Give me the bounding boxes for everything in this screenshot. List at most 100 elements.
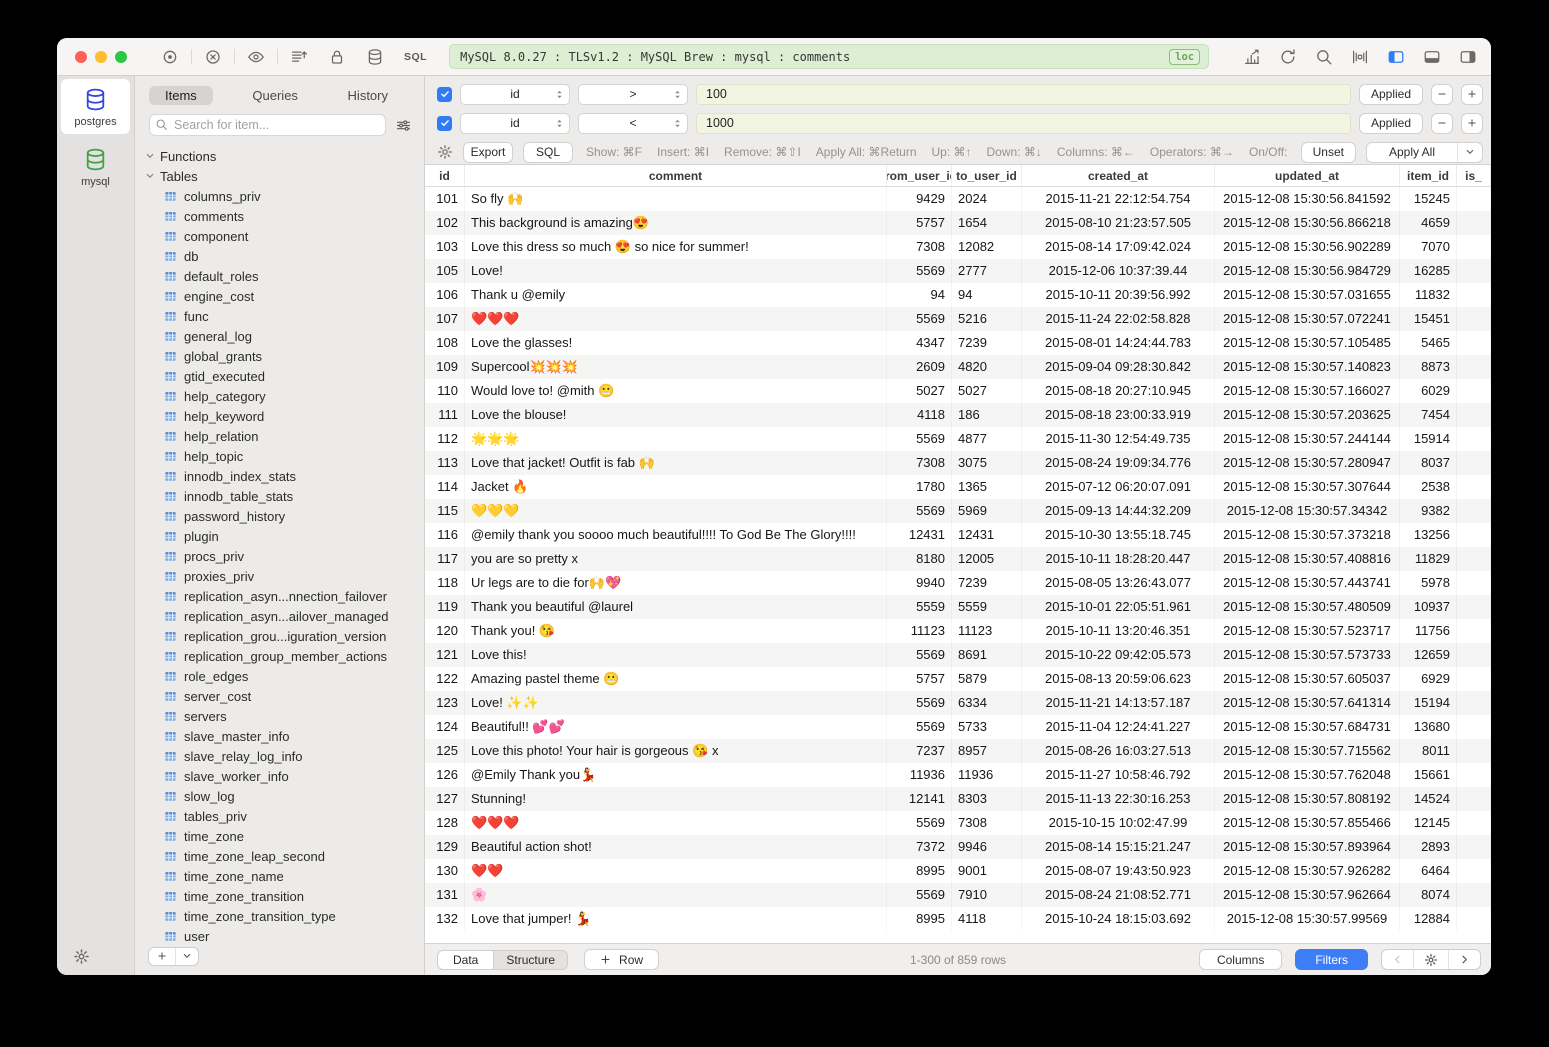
table-cell[interactable]: 109 [425,355,465,379]
table-cell[interactable]: Love that jumper! 💃 [465,907,887,931]
filter-value-input[interactable] [696,84,1351,105]
table-cell[interactable]: 2015-09-13 14:44:32.209 [1022,499,1215,523]
table-cell[interactable]: 2015-12-08 15:30:57.605037 [1215,667,1400,691]
table-cell[interactable]: 7910 [952,883,1022,907]
table-cell[interactable]: 6334 [952,691,1022,715]
table-cell[interactable] [1457,571,1491,595]
table-cell[interactable]: 1654 [952,211,1022,235]
table-cell[interactable]: 2015-12-08 15:30:57.244144 [1215,427,1400,451]
table-cell[interactable]: 120 [425,619,465,643]
sidebar-item-table-tables_priv[interactable]: tables_priv [135,806,424,826]
table-cell[interactable]: 110 [425,379,465,403]
columns-button[interactable]: Columns [1199,949,1282,970]
tree-section-tables[interactable]: Tables [135,166,424,186]
sidebar-item-table-replication_asyn...ailover_managed[interactable]: replication_asyn...ailover_managed [135,606,424,626]
table-cell[interactable]: 123 [425,691,465,715]
table-cell[interactable]: 12659 [1400,643,1457,667]
table-cell[interactable] [1457,307,1491,331]
table-cell[interactable]: 2609 [887,355,952,379]
table-cell[interactable]: 12005 [952,547,1022,571]
table-cell[interactable]: 2015-12-08 15:30:57.641314 [1215,691,1400,715]
table-cell[interactable]: 2538 [1400,475,1457,499]
filter-column-select[interactable]: id [460,84,570,105]
table-cell[interactable]: 101 [425,187,465,211]
table-cell[interactable]: 11123 [952,619,1022,643]
table-cell[interactable]: 2015-11-21 14:13:57.187 [1022,691,1215,715]
table-cell[interactable]: 2015-08-14 15:15:21.247 [1022,835,1215,859]
export-button[interactable]: Export [463,142,513,163]
add-item-button[interactable] [149,948,175,965]
table-cell[interactable]: 186 [952,403,1022,427]
table-cell[interactable]: 2015-08-24 19:09:34.776 [1022,451,1215,475]
sidebar-item-table-component[interactable]: component [135,226,424,246]
settings-gear-icon[interactable] [73,948,90,965]
table-cell[interactable]: 5757 [887,667,952,691]
table-cell[interactable]: 🌸 [465,883,887,907]
filter-options-icon[interactable] [395,117,412,134]
table-cell[interactable]: 2015-11-13 22:30:16.253 [1022,787,1215,811]
table-cell[interactable]: 15194 [1400,691,1457,715]
table-cell[interactable]: 5559 [887,595,952,619]
table-cell[interactable]: 12884 [1400,907,1457,931]
table-cell[interactable]: 16285 [1400,259,1457,283]
table-cell[interactable]: 2015-10-01 22:05:51.961 [1022,595,1215,619]
table-cell[interactable]: 111 [425,403,465,427]
table-row[interactable]: 132Love that jumper! 💃899541182015-10-24… [425,907,1491,931]
table-cell[interactable]: Love this dress so much 😍 so nice for su… [465,235,887,259]
table-cell[interactable]: 2015-12-08 15:30:57.105485 [1215,331,1400,355]
table-row[interactable]: 107❤️❤️❤️556952162015-11-24 22:02:58.828… [425,307,1491,331]
sidebar-item-table-general_log[interactable]: general_log [135,326,424,346]
tab-history[interactable]: History [338,86,398,105]
table-cell[interactable]: 14524 [1400,787,1457,811]
table-cell[interactable]: 1365 [952,475,1022,499]
connection-postgres[interactable]: postgres [61,79,130,134]
table-cell[interactable]: 5569 [887,427,952,451]
sidebar-item-table-slave_worker_info[interactable]: slave_worker_info [135,766,424,786]
table-cell[interactable]: 2015-09-04 09:28:30.842 [1022,355,1215,379]
table-cell[interactable]: 2893 [1400,835,1457,859]
table-cell[interactable]: 7070 [1400,235,1457,259]
sidebar-item-table-slave_relay_log_info[interactable]: slave_relay_log_info [135,746,424,766]
table-cell[interactable]: 5569 [887,691,952,715]
table-cell[interactable]: 4347 [887,331,952,355]
table-cell[interactable]: Thank you! 😘 [465,619,887,643]
table-cell[interactable]: 2015-11-04 12:24:41.227 [1022,715,1215,739]
table-cell[interactable]: This background is amazing😍 [465,211,887,235]
open-sql-editor-button[interactable]: SQL [404,51,427,63]
minimize-window-button[interactable] [95,51,107,63]
table-row[interactable]: 109Supercool💥💥💥260948202015-09-04 09:28:… [425,355,1491,379]
sidebar-item-table-help_keyword[interactable]: help_keyword [135,406,424,426]
table-row[interactable]: 127Stunning!1214183032015-11-13 22:30:16… [425,787,1491,811]
table-cell[interactable]: @emily thank you soooo much beautiful!!!… [465,523,887,547]
next-page-button[interactable] [1448,950,1480,969]
statistics-icon[interactable] [1243,48,1261,66]
table-cell[interactable]: 2015-10-15 10:02:47.99 [1022,811,1215,835]
table-row[interactable]: 122Amazing pastel theme 😬575758792015-08… [425,667,1491,691]
table-cell[interactable]: ❤️❤️ [465,859,887,883]
table-cell[interactable]: 2015-08-13 20:59:06.623 [1022,667,1215,691]
table-cell[interactable] [1457,427,1491,451]
table-cell[interactable] [1457,715,1491,739]
table-cell[interactable]: 11756 [1400,619,1457,643]
table-cell[interactable]: you are so pretty x [465,547,887,571]
search-icon[interactable] [1315,48,1333,66]
table-cell[interactable]: 2015-12-08 15:30:57.962664 [1215,883,1400,907]
table-row[interactable]: 126@Emily Thank you💃11936119362015-11-27… [425,763,1491,787]
table-cell[interactable]: ❤️❤️❤️ [465,307,887,331]
table-cell[interactable]: 121 [425,643,465,667]
sidebar-item-table-server_cost[interactable]: server_cost [135,686,424,706]
apply-all-dropdown[interactable] [1457,143,1482,162]
table-cell[interactable]: 5569 [887,643,952,667]
table-row[interactable]: 105Love!556927772015-12-06 10:37:39.4420… [425,259,1491,283]
table-cell[interactable]: 2015-08-18 20:27:10.945 [1022,379,1215,403]
table-cell[interactable] [1457,475,1491,499]
table-cell[interactable]: 2015-12-08 15:30:57.762048 [1215,763,1400,787]
table-cell[interactable]: 129 [425,835,465,859]
sidebar-item-table-time_zone_leap_second[interactable]: time_zone_leap_second [135,846,424,866]
sidebar-item-table-db[interactable]: db [135,246,424,266]
toggle-left-panel-icon[interactable] [1387,48,1405,66]
table-cell[interactable]: 112 [425,427,465,451]
table-cell[interactable]: 2015-12-08 15:30:57.715562 [1215,739,1400,763]
table-cell[interactable]: 2015-10-30 13:55:18.745 [1022,523,1215,547]
sidebar-item-table-slave_master_info[interactable]: slave_master_info [135,726,424,746]
